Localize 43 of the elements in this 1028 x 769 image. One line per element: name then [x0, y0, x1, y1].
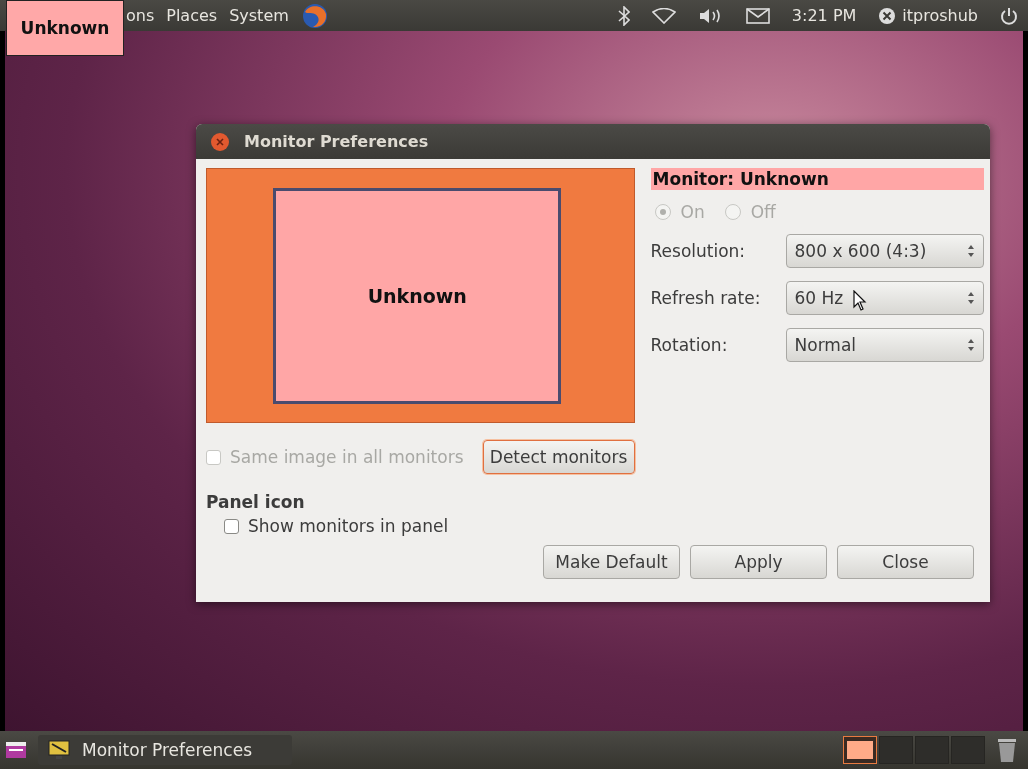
- cursor-icon: [852, 290, 867, 312]
- checkbox-label: Show monitors in panel: [248, 516, 449, 536]
- checkbox[interactable]: [224, 518, 239, 534]
- mail-icon[interactable]: [745, 7, 770, 24]
- wifi-icon[interactable]: [651, 7, 676, 24]
- dialog-button[interactable]: Make Default: [543, 545, 680, 579]
- monitor-icon: [48, 740, 70, 760]
- workspace-switcher-tile[interactable]: [843, 736, 877, 764]
- section-heading: Panel icon: [206, 492, 306, 512]
- setting-label: Resolution:: [650, 241, 747, 261]
- panel-menu[interactable]: System: [229, 6, 295, 25]
- spinner-arrows-icon: [966, 243, 975, 259]
- close-circle-icon[interactable]: [878, 6, 897, 25]
- radio-label: On: [680, 202, 705, 222]
- dropdown[interactable]: Normal: [785, 328, 984, 362]
- panel-menu[interactable]: ons: [126, 6, 161, 25]
- close-icon[interactable]: [210, 131, 230, 152]
- user-name[interactable]: itproshub: [902, 6, 978, 25]
- window-title: Monitor Preferences: [244, 132, 429, 151]
- bluetooth-icon[interactable]: [617, 5, 630, 26]
- monitor-heading: Monitor: Unknown: [650, 168, 984, 190]
- dialog-button[interactable]: Close: [837, 545, 974, 579]
- monitor-label: Unknown: [6, 0, 124, 56]
- clock[interactable]: 3:21 PM: [791, 6, 857, 25]
- checkbox-label: Same image in all monitors: [230, 447, 464, 467]
- setting-label: Rotation:: [650, 335, 729, 355]
- globe-fox-icon[interactable]: [300, 1, 329, 30]
- panel-menu[interactable]: Places: [166, 6, 224, 25]
- setting-label: Refresh rate:: [650, 288, 762, 308]
- trash-icon[interactable]: [996, 737, 1018, 763]
- dropdown[interactable]: 60 Hz: [785, 281, 984, 315]
- detect-monitors-button[interactable]: Detect monitors: [482, 440, 635, 474]
- spinner-arrows-icon: [966, 337, 975, 353]
- spinner-arrows-icon: [966, 290, 975, 306]
- taskbar-item[interactable]: Monitor Preferences: [38, 735, 292, 765]
- workspace-switcher-tile[interactable]: [915, 736, 949, 764]
- workspace-switcher-tile[interactable]: [879, 736, 913, 764]
- dropdown[interactable]: 800 x 600 (4:3): [785, 234, 984, 268]
- radio-label: Off: [750, 202, 776, 222]
- monitor-tile[interactable]: Unknown: [273, 187, 562, 404]
- workspace-switcher-tile[interactable]: [951, 736, 985, 764]
- power-icon[interactable]: [1000, 6, 1018, 25]
- dialog-button[interactable]: Apply: [690, 545, 827, 579]
